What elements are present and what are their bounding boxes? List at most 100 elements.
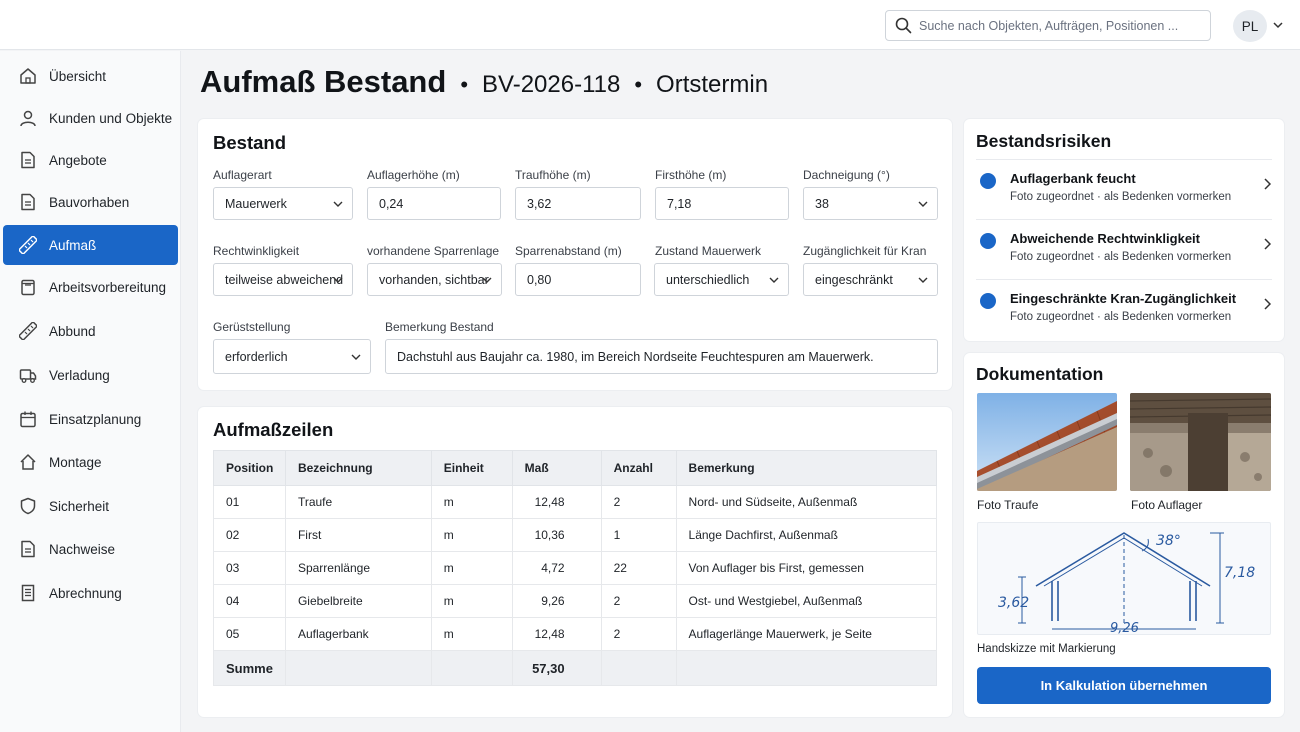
- table-cell: 01: [213, 485, 286, 519]
- chevron-right-icon: [1264, 298, 1272, 310]
- chevron-down-icon[interactable]: [1272, 19, 1284, 31]
- user-icon: [19, 109, 37, 127]
- ruler-icon: [19, 322, 37, 340]
- sidebar-item-einsatzplanung[interactable]: Einsatzplanung: [3, 399, 178, 439]
- column-header[interactable]: Bezeichnung: [284, 450, 432, 486]
- risk-item[interactable]: Abweichende Rechtwinkligkeit Foto zugeord…: [964, 220, 1284, 280]
- firsthoehe-value: 7,18: [667, 196, 692, 211]
- sidebar-item-angebote[interactable]: Angebote: [3, 140, 178, 180]
- table-cell: m: [430, 485, 513, 519]
- table-cell: 12,48: [511, 617, 602, 651]
- firsthoehe-label: Firsthöhe (m): [655, 168, 727, 182]
- table-cell: 02: [213, 518, 286, 552]
- page-context: Ortstermin: [656, 71, 769, 98]
- table-cell: Länge Dachfirst, Außenmaß: [675, 518, 938, 552]
- geruest-select[interactable]: erforderlich: [213, 339, 371, 374]
- column-header[interactable]: Bemerkung: [675, 450, 938, 486]
- photo-traufe[interactable]: [977, 393, 1117, 491]
- sidebar-item-übersicht[interactable]: Übersicht: [3, 56, 178, 96]
- sidebar-item-abbund[interactable]: Abbund: [3, 311, 178, 351]
- table-cell: Traufe: [284, 485, 432, 519]
- sketch-drawing: 38° 3,62 7,18 9,26: [998, 532, 1255, 634]
- table-row[interactable]: 02 First m 10,36 1 Länge Dachfirst, Außenmaß: [213, 518, 938, 552]
- sparrenabstand-value: 0,80: [527, 272, 552, 287]
- photo-traufe-label: Foto Traufe: [977, 498, 1039, 512]
- sidebar-item-bauvorhaben[interactable]: Bauvorhaben: [3, 182, 178, 222]
- risk-title: Eingeschränkte Kran-Zugänglichkeit: [1010, 291, 1237, 306]
- risk-item[interactable]: Eingeschränkte Kran-Zugänglichkeit Foto z…: [964, 280, 1284, 340]
- sidebar-item-label: Nachweise: [49, 541, 116, 557]
- top-bar: PL: [0, 0, 1300, 50]
- sidebar-item-label: Aufmaß: [49, 237, 97, 253]
- table-cell: 1: [600, 518, 677, 552]
- chevron-down-icon: [333, 201, 343, 207]
- table-row[interactable]: 01 Traufe m 12,48 2 Nord- und Südseite, Außen…: [213, 485, 938, 519]
- sidebar-item-label: Abbund: [49, 323, 96, 339]
- rechtwinkligkeit-select[interactable]: teilweise abweichend: [213, 263, 353, 296]
- traufhoehe-input[interactable]: 3,62: [515, 187, 641, 220]
- bestand-heading: Bestand: [213, 132, 286, 153]
- sparrenabstand-input[interactable]: 0,80: [515, 263, 641, 296]
- column-header[interactable]: Anzahl: [600, 450, 677, 486]
- photo-traufe-image: [977, 393, 1117, 491]
- table-cell: [430, 650, 513, 686]
- traufhoehe-label: Traufhöhe (m): [515, 168, 591, 182]
- sidebar-item-arbeitsvorbereitung[interactable]: Arbeitsvorbereitung: [3, 267, 178, 307]
- sidebar-item-kunden-und-objekte[interactable]: Kunden und Objekte: [3, 98, 178, 138]
- table-row[interactable]: 04 Giebelbreite m 9,26 2 Ost- und Westgiebel,…: [213, 584, 938, 618]
- sidebar-item-label: Arbeitsvorbereitung: [49, 279, 167, 295]
- apply-to-calculation-button[interactable]: In Kalkulation übernehmen: [977, 667, 1271, 704]
- ruler-icon: [19, 236, 37, 254]
- firsthoehe-input[interactable]: 7,18: [655, 187, 789, 220]
- chevron-down-icon: [918, 277, 928, 283]
- sketch[interactable]: 38° 3,62 7,18 9,26: [977, 522, 1271, 635]
- sidebar-item-label: Verladung: [49, 367, 110, 383]
- table-sum-row: Summe 57,30: [213, 650, 938, 686]
- auflagerhoehe-label: Auflagerhöhe (m): [367, 168, 460, 182]
- risk-item[interactable]: Auflagerbank feucht Foto zugeordnet · als…: [964, 160, 1284, 220]
- sidebar-item-nachweise[interactable]: Nachweise: [3, 529, 178, 569]
- sidebar-item-verladung[interactable]: Verladung: [3, 355, 178, 395]
- sparrenabstand-label: Sparrenabstand (m): [515, 244, 622, 258]
- table-cell: Giebelbreite: [284, 584, 432, 618]
- column-header[interactable]: Maß: [511, 450, 602, 486]
- sidebar-item-sicherheit[interactable]: Sicherheit: [3, 486, 178, 526]
- sidebar-item-abrechnung[interactable]: Abrechnung: [3, 573, 178, 613]
- sidebar-item-label: Übersicht: [49, 68, 107, 84]
- auflagerart-label: Auflagerart: [213, 168, 272, 182]
- geruest-label: Gerüststellung: [213, 320, 291, 334]
- bemerkung-label: Bemerkung Bestand: [385, 320, 494, 334]
- photo-auflager[interactable]: [1130, 393, 1271, 491]
- aufmass-heading: Aufmaßzeilen: [213, 419, 334, 440]
- table-cell: 4,72: [511, 551, 602, 585]
- auflagerhoehe-input[interactable]: 0,24: [367, 187, 501, 220]
- table-cell: [600, 650, 677, 686]
- truck-icon: [19, 366, 37, 384]
- search-box[interactable]: [885, 10, 1211, 41]
- sparrenlage-select[interactable]: vorhanden, sichtbar: [367, 263, 502, 296]
- sidebar-item-aufmaß[interactable]: Aufmaß: [3, 225, 178, 265]
- sidebar-item-montage[interactable]: Montage: [3, 442, 178, 482]
- dachneigung-value: 38: [815, 196, 829, 211]
- avatar[interactable]: PL: [1233, 10, 1267, 42]
- dachneigung-select[interactable]: 38: [803, 187, 938, 220]
- table-cell: Sparrenlänge: [284, 551, 432, 585]
- column-header[interactable]: Einheit: [430, 450, 513, 486]
- table-row[interactable]: 05 Auflagerbank m 12,48 2 Auflagerlänge Mauer…: [213, 617, 938, 651]
- zustand-select[interactable]: unterschiedlich: [654, 263, 789, 296]
- risks-heading: Bestandsrisiken: [976, 131, 1112, 151]
- table-cell: 9,26: [511, 584, 602, 618]
- zustand-value: unterschiedlich: [666, 272, 750, 287]
- table-cell: Auflagerbank: [284, 617, 432, 651]
- house-icon: [19, 453, 37, 471]
- table-cell: 2: [600, 485, 677, 519]
- search-input[interactable]: [919, 18, 1199, 33]
- table-cell: Ost- und Westgiebel, Außenmaß: [675, 584, 938, 618]
- sidebar-item-label: Angebote: [49, 152, 107, 168]
- bemerkung-input[interactable]: Dachstuhl aus Baujahr ca. 1980, im Berei…: [385, 339, 938, 374]
- table-cell: 03: [213, 551, 286, 585]
- auflagerart-select[interactable]: Mauerwerk: [213, 187, 353, 220]
- column-header[interactable]: Position: [213, 450, 286, 486]
- kran-select[interactable]: eingeschränkt: [803, 263, 938, 296]
- table-row[interactable]: 03 Sparrenlänge m 4,72 22 Von Auflager bis Fi…: [213, 551, 938, 585]
